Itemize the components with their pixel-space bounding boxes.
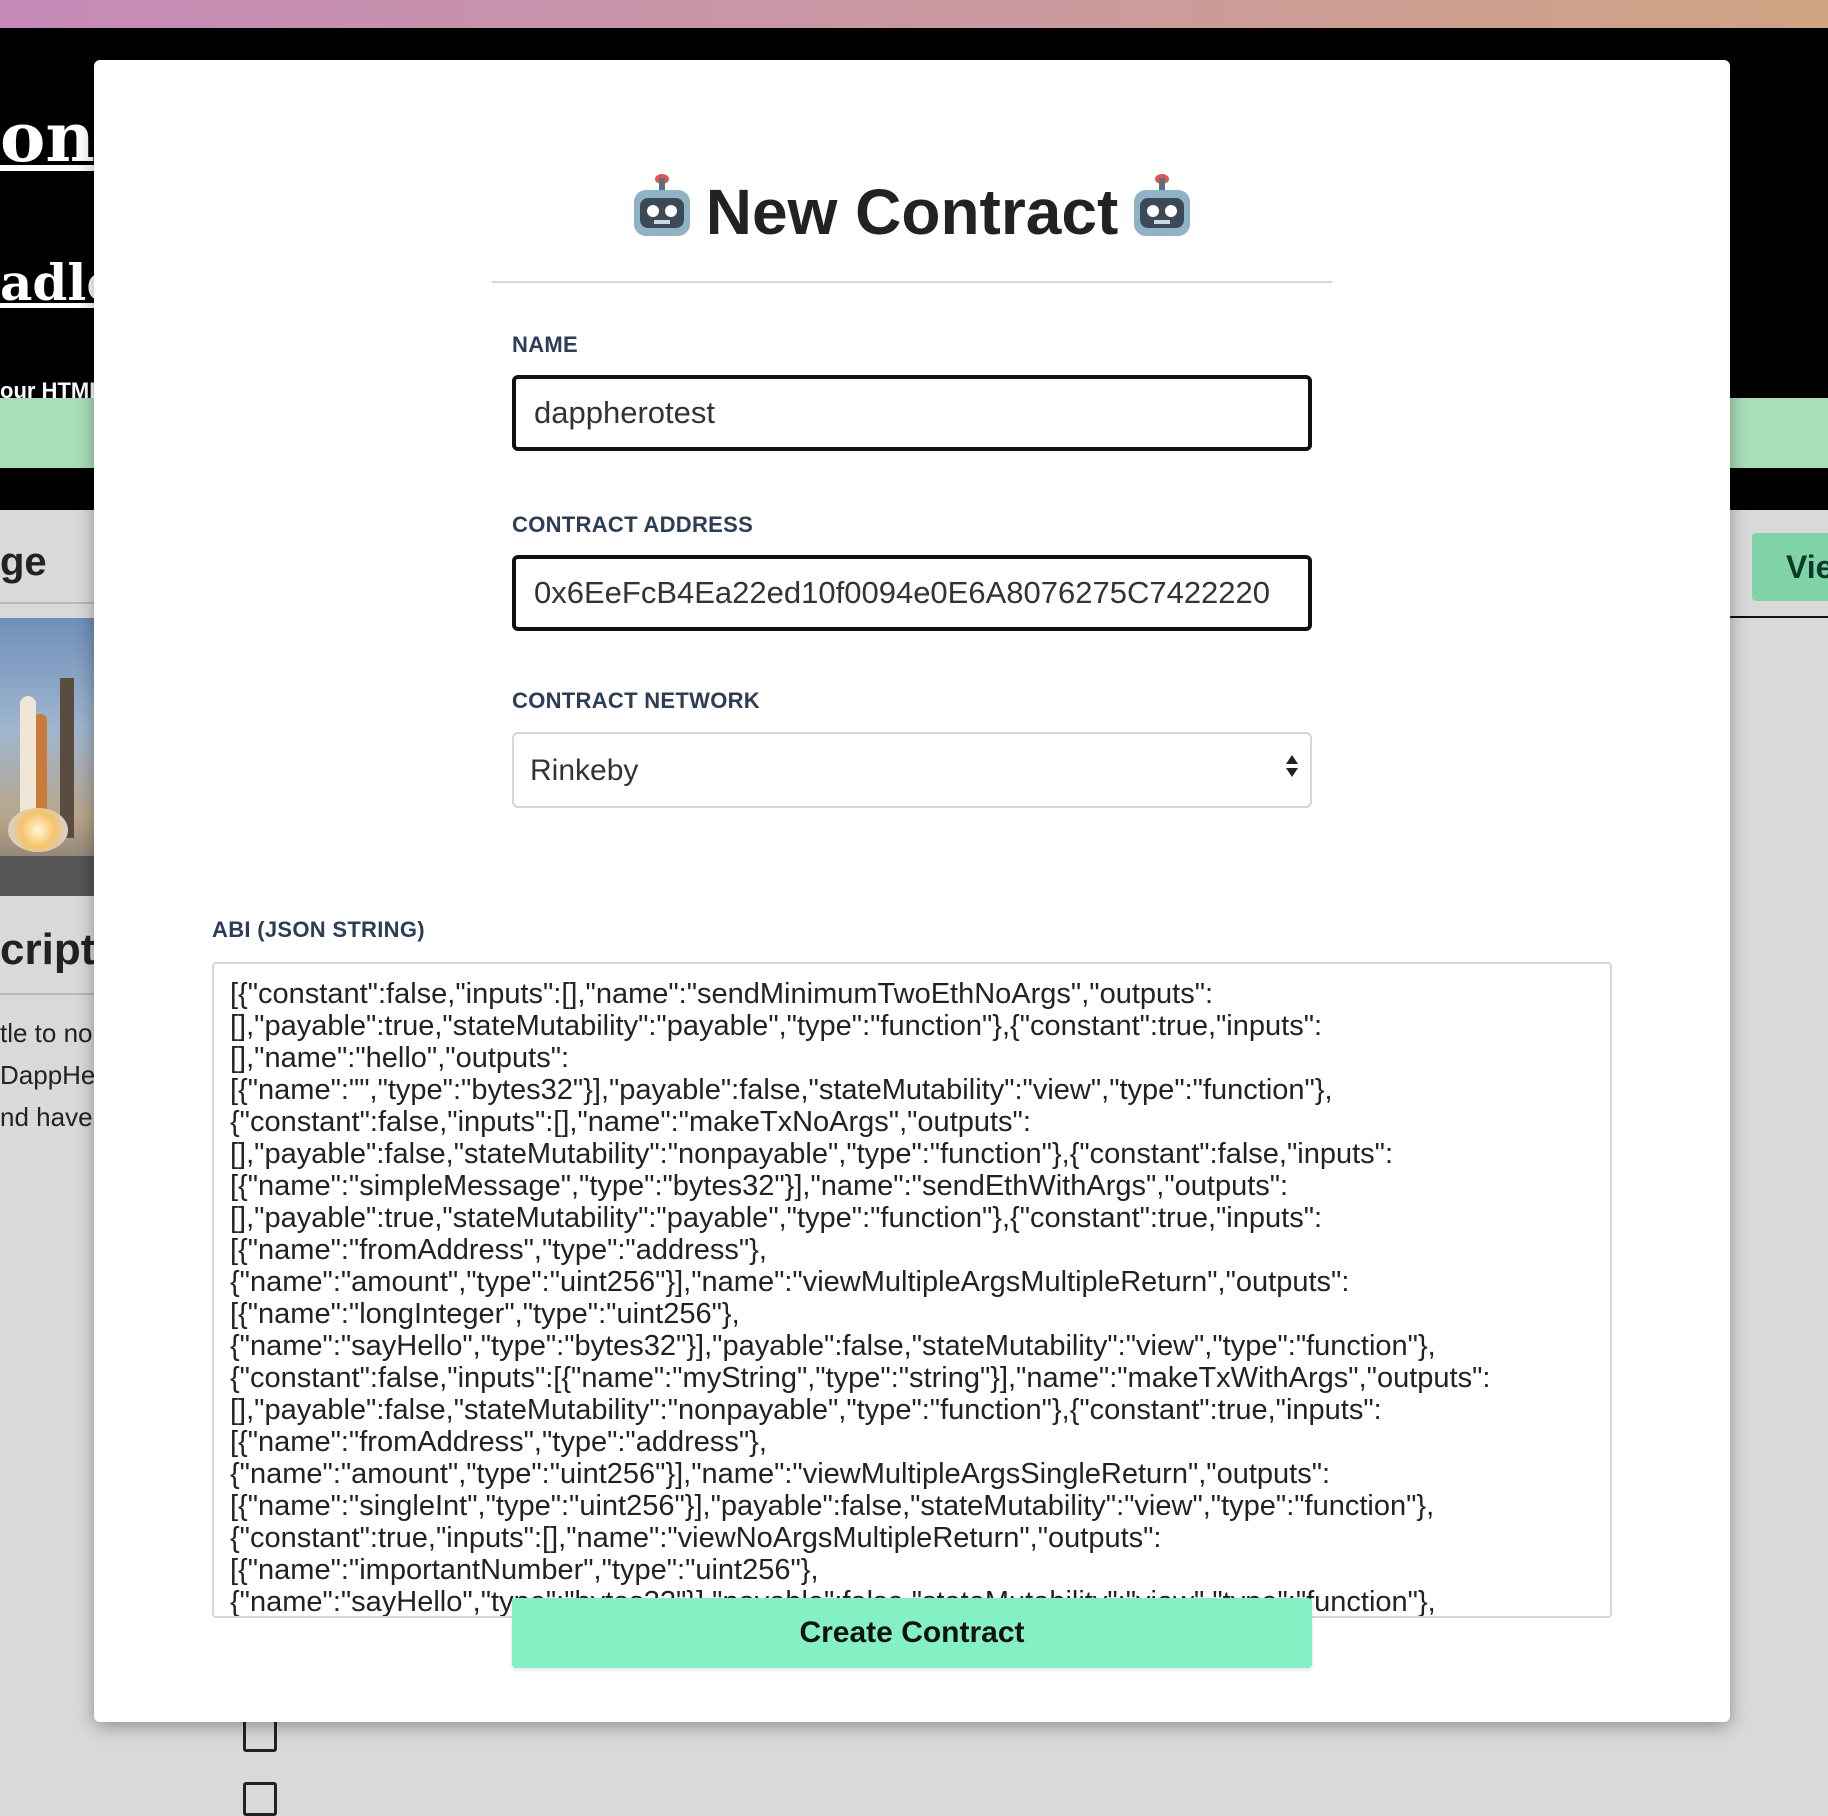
contract-network-select[interactable]: Rinkeby (512, 732, 1312, 808)
background-view-button[interactable]: Vie (1752, 533, 1828, 601)
background-description-line: DappHe (0, 1060, 96, 1090)
select-arrows-icon (1286, 755, 1300, 785)
name-label: NAME (512, 332, 578, 357)
title-divider (492, 281, 1332, 283)
robot-face-icon (1132, 174, 1192, 240)
create-contract-button[interactable]: Create Contract (512, 1598, 1312, 1668)
contract-address-label: CONTRACT ADDRESS (512, 512, 754, 537)
browser-top-gradient-bar (0, 0, 1828, 28)
modal-title-text: New Contract (705, 176, 1119, 248)
background-rocket-image (0, 618, 95, 896)
contract-network-label: CONTRACT NETWORK (512, 688, 760, 713)
background-description-line: nd have (0, 1102, 93, 1132)
background-divider (1728, 616, 1828, 618)
contract-address-input[interactable] (512, 555, 1312, 631)
modal-title: New Contract (94, 172, 1730, 252)
name-input[interactable] (512, 375, 1312, 451)
background-divider (0, 993, 95, 995)
background-checkbox[interactable] (243, 1718, 277, 1752)
background-checkbox[interactable] (243, 1782, 277, 1816)
abi-textarea-content: [{"constant":false,"inputs":[],"name":"s… (230, 978, 1491, 1616)
background-description-line: tle to no (0, 1018, 93, 1048)
robot-face-icon (632, 174, 692, 240)
background-section-heading: ge (0, 540, 47, 584)
background-divider (0, 602, 95, 604)
contract-network-selected-value: Rinkeby (530, 754, 639, 787)
abi-label: ABI (JSON STRING) (212, 917, 425, 942)
abi-textarea[interactable]: [{"constant":false,"inputs":[],"name":"s… (212, 962, 1612, 1618)
new-contract-modal: New Contract NAME CONTRACT ADDRESS CONTR… (94, 60, 1730, 1722)
